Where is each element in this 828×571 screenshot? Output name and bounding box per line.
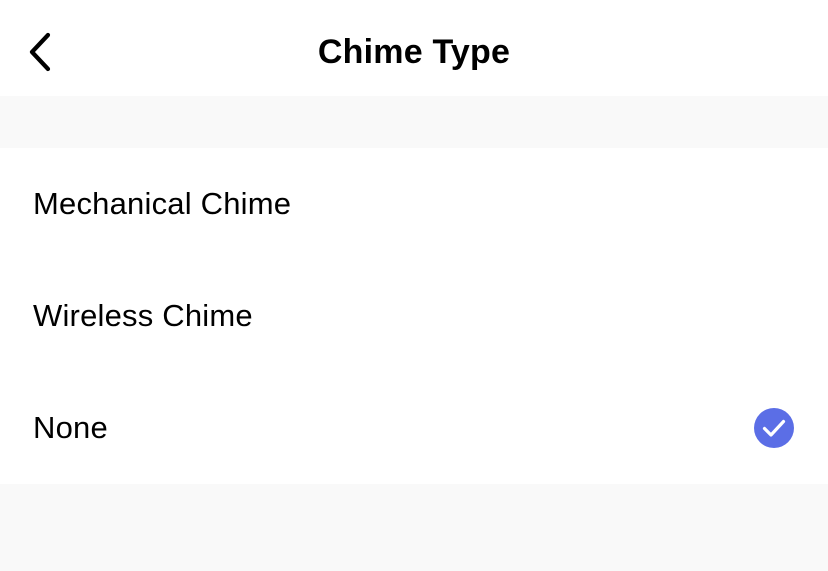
option-label: Wireless Chime xyxy=(33,298,253,333)
option-mechanical-chime[interactable]: Mechanical Chime xyxy=(0,148,828,260)
option-wireless-chime[interactable]: Wireless Chime xyxy=(0,260,828,372)
chime-type-options: Mechanical Chime Wireless Chime None xyxy=(0,148,828,484)
back-button[interactable] xyxy=(14,24,66,80)
section-spacer xyxy=(0,96,828,148)
navigation-bar: Chime Type xyxy=(0,0,828,96)
chevron-left-icon xyxy=(29,32,51,72)
chime-type-screen: Chime Type Mechanical Chime Wireless Chi… xyxy=(0,0,828,571)
check-circle-icon xyxy=(754,408,794,448)
option-label: Mechanical Chime xyxy=(33,186,292,221)
page-title: Chime Type xyxy=(317,33,511,71)
option-label: None xyxy=(33,410,108,445)
option-none[interactable]: None xyxy=(0,372,828,484)
